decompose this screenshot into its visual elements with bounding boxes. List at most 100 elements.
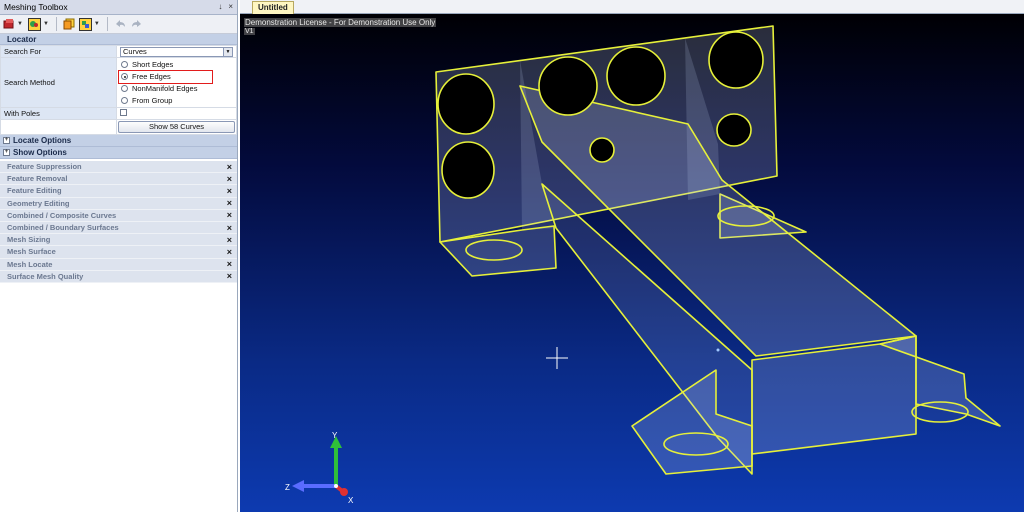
tool-label: Combined / Composite Curves bbox=[7, 210, 117, 220]
tool-label: Surface Mesh Quality bbox=[7, 271, 84, 281]
tool-mesh-sizing[interactable]: Mesh Sizing × bbox=[0, 234, 237, 247]
tool-label: Combined / Boundary Surfaces bbox=[7, 223, 119, 233]
axis-label-y: Y bbox=[332, 431, 338, 440]
hole-right-flange bbox=[911, 401, 969, 423]
tool-combined-boundary-surfaces[interactable]: Combined / Boundary Surfaces × bbox=[0, 222, 237, 235]
pivot-marker bbox=[716, 348, 720, 352]
axis-triad-icon bbox=[292, 436, 348, 496]
with-poles-row: With Poles bbox=[0, 107, 237, 120]
tool-surface-mesh-quality[interactable]: Surface Mesh Quality × bbox=[0, 271, 237, 283]
expand-plus-icon[interactable]: + bbox=[3, 149, 10, 156]
geometry-tool-icon[interactable] bbox=[2, 17, 16, 31]
close-icon[interactable]: × bbox=[227, 174, 232, 184]
method-option-short-edges[interactable]: Short Edges bbox=[119, 59, 234, 71]
method-option-from-group[interactable]: From Group bbox=[119, 95, 234, 107]
close-panel-icon[interactable]: × bbox=[228, 2, 233, 11]
empty-label-cell bbox=[0, 119, 117, 135]
pin-icon[interactable]: ↓ bbox=[218, 2, 222, 11]
toolbar-separator bbox=[106, 17, 108, 31]
close-icon[interactable]: × bbox=[227, 162, 232, 172]
locate-options-label: Locate Options bbox=[13, 136, 72, 145]
document-tab-bar: Untitled bbox=[240, 0, 1024, 14]
copy-icon[interactable] bbox=[62, 17, 76, 31]
hole-left-lower bbox=[441, 141, 495, 199]
method-option-free-edges[interactable]: Free Edges bbox=[118, 69, 213, 84]
close-icon[interactable]: × bbox=[227, 271, 232, 281]
tool-combined-composite-curves[interactable]: Combined / Composite Curves × bbox=[0, 210, 237, 222]
tool-label: Feature Editing bbox=[7, 186, 62, 196]
locator-section-header[interactable]: Locator bbox=[0, 34, 237, 45]
close-icon[interactable]: × bbox=[227, 198, 232, 208]
undo-icon[interactable] bbox=[113, 17, 127, 31]
license-banner: Demonstration License - For Demonstratio… bbox=[244, 18, 437, 27]
method-label: Short Edges bbox=[132, 60, 174, 69]
radio-icon[interactable] bbox=[121, 97, 128, 104]
hole-left-upper bbox=[437, 73, 495, 135]
close-icon[interactable]: × bbox=[227, 210, 232, 220]
tab-untitled[interactable]: Untitled bbox=[252, 1, 294, 14]
method-label: From Group bbox=[132, 96, 173, 105]
group-tool-icon[interactable] bbox=[79, 17, 93, 31]
search-method-cell: Short Edges Free Edges NonManifold Edges… bbox=[116, 57, 237, 108]
hole-left-foot bbox=[465, 239, 523, 261]
locate-options-header[interactable]: + Locate Options bbox=[0, 135, 237, 147]
hole-right-lower bbox=[716, 113, 752, 147]
meshing-toolbox-panel: Meshing Toolbox ↓ × ▼ ▼ ▼ Locator Search… bbox=[0, 0, 238, 512]
panel-title-bar: Meshing Toolbox ↓ × bbox=[0, 0, 237, 15]
tool-label: Feature Removal bbox=[7, 174, 68, 184]
locator-properties: Search For Curves ▼ Search Method Short … bbox=[0, 45, 237, 135]
tool-mesh-locate[interactable]: Mesh Locate × bbox=[0, 259, 237, 271]
tool-label: Mesh Locate bbox=[7, 259, 53, 269]
tool-feature-editing[interactable]: Feature Editing × bbox=[0, 185, 237, 198]
search-for-cell: Curves ▼ bbox=[116, 45, 237, 58]
close-icon[interactable]: × bbox=[227, 235, 232, 245]
method-label: Free Edges bbox=[132, 72, 171, 81]
axis-label-z: Z bbox=[285, 483, 290, 492]
search-for-row: Search For Curves ▼ bbox=[0, 45, 237, 58]
dropdown-arrow-icon[interactable]: ▼ bbox=[94, 21, 100, 27]
close-icon[interactable]: × bbox=[227, 247, 232, 257]
dropdown-arrow-icon[interactable]: ▼ bbox=[17, 21, 23, 27]
chevron-down-icon[interactable]: ▼ bbox=[223, 47, 232, 56]
close-icon[interactable]: × bbox=[227, 223, 232, 233]
close-icon[interactable]: × bbox=[227, 259, 232, 269]
hole-right-upper bbox=[708, 31, 764, 89]
radio-icon[interactable] bbox=[121, 61, 128, 68]
hole-front-flange bbox=[663, 432, 729, 456]
cursor-crosshair-icon bbox=[546, 347, 568, 369]
expand-plus-icon[interactable]: + bbox=[3, 137, 10, 144]
mesh-tool-icon[interactable] bbox=[28, 17, 42, 31]
show-curves-cell: Show 58 Curves bbox=[116, 119, 237, 135]
hole-center-left bbox=[538, 56, 598, 116]
tool-feature-removal[interactable]: Feature Removal × bbox=[0, 173, 237, 186]
with-poles-cell bbox=[116, 107, 237, 120]
method-option-nonmanifold-edges[interactable]: NonManifold Edges bbox=[119, 83, 234, 95]
radio-selected-icon[interactable] bbox=[121, 73, 128, 80]
with-poles-checkbox[interactable] bbox=[120, 109, 127, 116]
tool-label: Mesh Sizing bbox=[7, 235, 51, 245]
dropdown-arrow-icon[interactable]: ▼ bbox=[43, 21, 49, 27]
toolbar-separator bbox=[55, 17, 57, 31]
method-label: NonManifold Edges bbox=[132, 84, 198, 93]
tool-feature-suppression[interactable]: Feature Suppression × bbox=[0, 161, 237, 174]
model-view[interactable]: Y Z X bbox=[240, 14, 1024, 512]
graphics-viewport[interactable]: Y Z X Demonstration License - For Demons… bbox=[240, 14, 1024, 512]
tool-label: Feature Suppression bbox=[7, 162, 82, 172]
tool-geometry-editing[interactable]: Geometry Editing × bbox=[0, 198, 237, 210]
show-options-header[interactable]: + Show Options bbox=[0, 147, 237, 159]
view-label: V1 bbox=[244, 28, 255, 35]
redo-icon[interactable] bbox=[130, 17, 144, 31]
show-curves-row: Show 58 Curves bbox=[0, 119, 237, 135]
show-curves-button[interactable]: Show 58 Curves bbox=[118, 121, 235, 133]
hole-small-center bbox=[589, 137, 615, 163]
search-for-value: Curves bbox=[123, 47, 147, 56]
hole-center-right bbox=[606, 46, 666, 106]
radio-icon[interactable] bbox=[121, 85, 128, 92]
search-method-row: Search Method Short Edges Free Edges Non… bbox=[0, 57, 237, 108]
tool-list: Feature Suppression × Feature Removal × Fe… bbox=[0, 161, 237, 283]
search-for-select[interactable]: Curves ▼ bbox=[120, 46, 233, 57]
tool-mesh-surface[interactable]: Mesh Surface × bbox=[0, 246, 237, 259]
close-icon[interactable]: × bbox=[227, 186, 232, 196]
panel-toolbar: ▼ ▼ ▼ bbox=[0, 15, 237, 34]
search-for-label: Search For bbox=[0, 45, 117, 58]
